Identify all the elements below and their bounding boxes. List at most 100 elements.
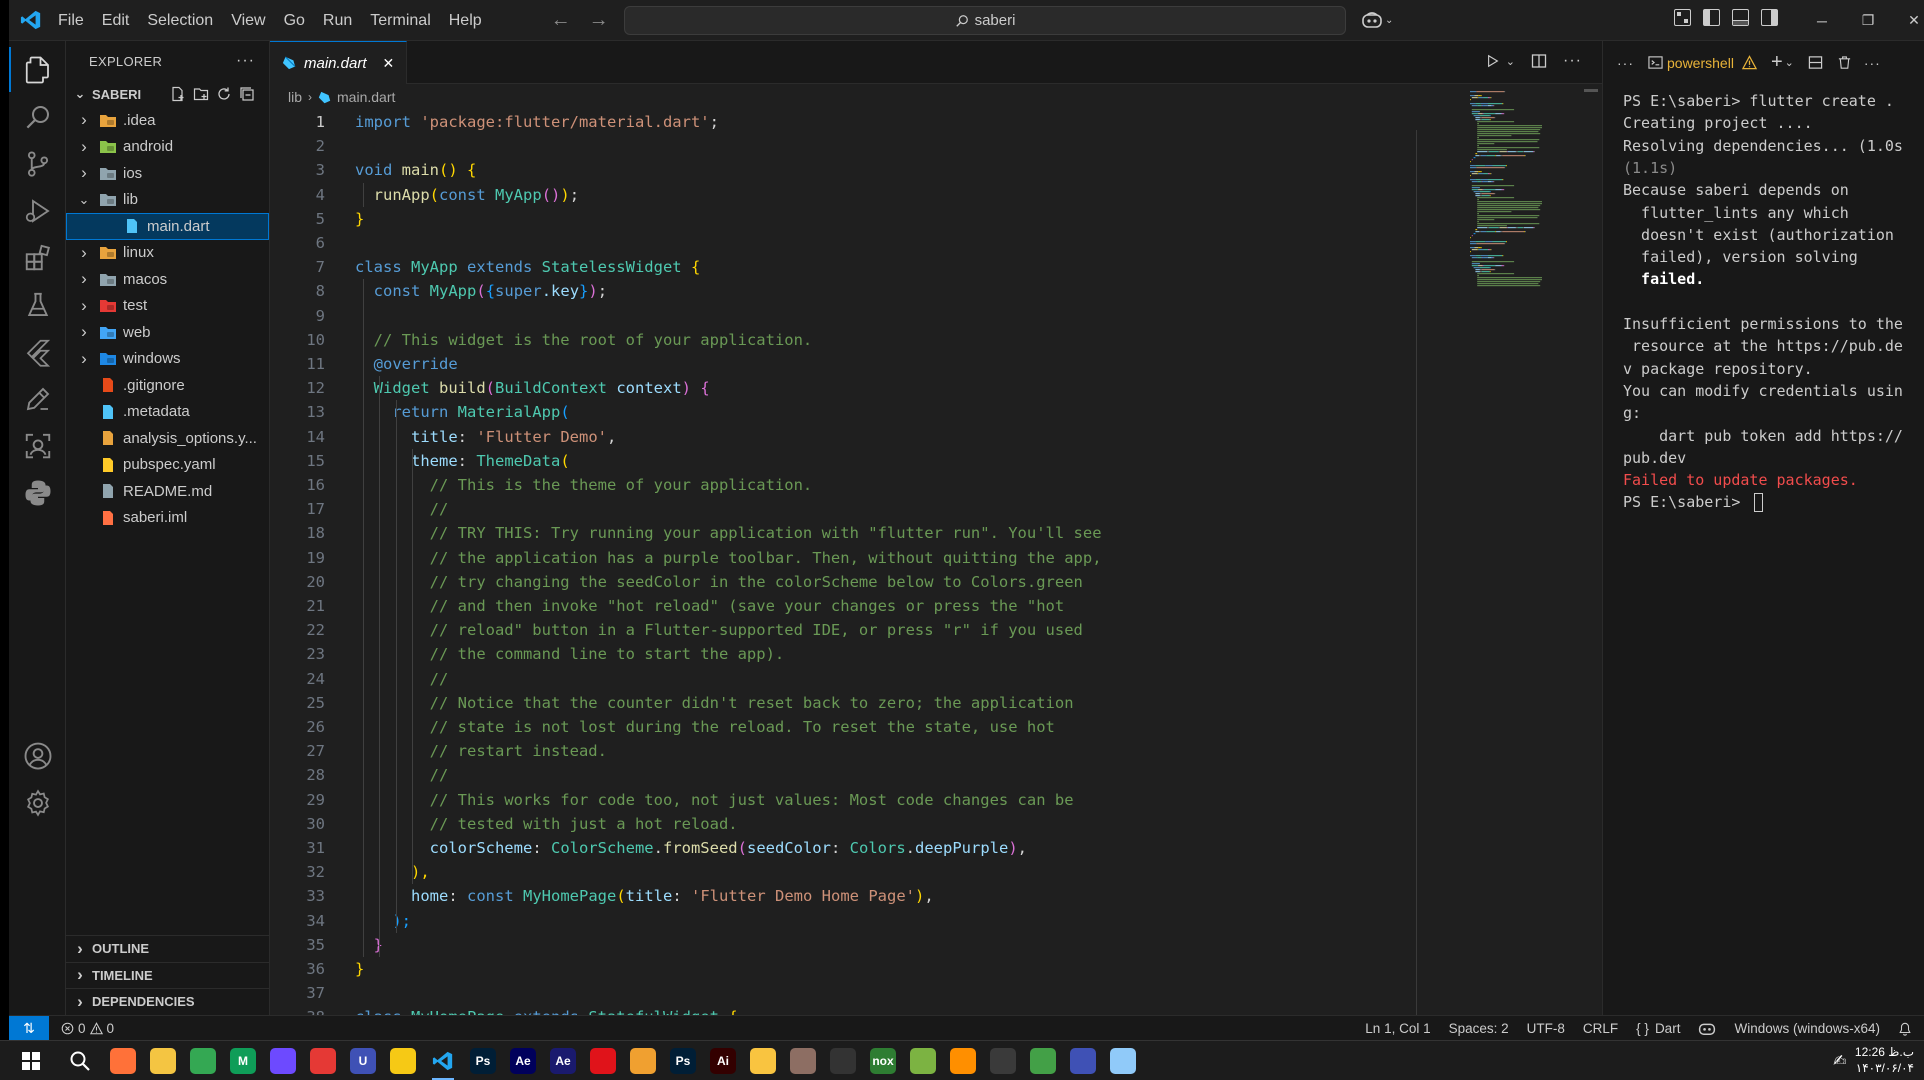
firefox-icon[interactable] xyxy=(106,1045,140,1077)
split-editor-icon[interactable] xyxy=(1531,53,1547,69)
editor-scrollbar[interactable] xyxy=(1584,89,1598,92)
code-editor[interactable]: 1 import 'package:flutter/material.dart';… xyxy=(270,110,1602,1015)
tree-file-pubspec-yaml[interactable]: pubspec.yaml xyxy=(66,452,269,479)
menu-selection[interactable]: Selection xyxy=(138,0,222,41)
end-of-line[interactable]: CRLF xyxy=(1583,1021,1618,1036)
tree-file-readme-md[interactable]: README.md xyxy=(66,478,269,505)
vscode-icon[interactable] xyxy=(426,1045,460,1080)
proton-vpn-icon[interactable] xyxy=(266,1045,300,1077)
network-app-icon[interactable] xyxy=(1026,1045,1060,1077)
after-effects-icon[interactable]: Ae xyxy=(506,1045,540,1077)
menu-edit[interactable]: Edit xyxy=(93,0,139,41)
workspace-folder-header[interactable]: ⌄ SABERI xyxy=(66,81,269,107)
new-folder-icon[interactable] xyxy=(193,86,209,102)
cursor-position[interactable]: Ln 1, Col 1 xyxy=(1365,1021,1430,1036)
chart-app-icon[interactable] xyxy=(1066,1045,1100,1077)
back-arrow-icon[interactable]: ← xyxy=(551,9,571,32)
photoshop-2-icon[interactable]: Ps xyxy=(666,1045,700,1077)
terminal-output[interactable]: PS E:\saberi> flutter create . Creating p… xyxy=(1603,84,1924,984)
tree-file-gitignore[interactable]: .gitignore xyxy=(66,372,269,399)
terminal-dropdown-icon[interactable]: ⌄ xyxy=(1785,56,1794,69)
windows-start-icon[interactable] xyxy=(14,1045,48,1077)
opera-icon[interactable] xyxy=(586,1045,620,1077)
tree-file-metadata[interactable]: .metadata xyxy=(66,399,269,426)
terminal-more-icon[interactable]: ··· xyxy=(1617,55,1634,71)
tab-main-dart[interactable]: main.dart ✕ xyxy=(270,41,408,84)
calculator-icon[interactable] xyxy=(986,1045,1020,1077)
refresh-icon[interactable] xyxy=(216,86,232,102)
minimap[interactable] xyxy=(1468,89,1558,289)
photoshop-icon[interactable]: Ps xyxy=(466,1045,500,1077)
tree-folder-android[interactable]: › android xyxy=(66,134,269,161)
tree-folder-web[interactable]: › web xyxy=(66,319,269,346)
paint-app-icon[interactable] xyxy=(1106,1045,1140,1077)
media-app-icon[interactable] xyxy=(626,1045,660,1077)
tool-app-icon[interactable] xyxy=(786,1045,820,1077)
breadcrumb-folder[interactable]: lib xyxy=(288,89,302,105)
kill-terminal-trash-icon[interactable] xyxy=(1837,55,1852,70)
section-outline[interactable]: › OUTLINE xyxy=(66,935,270,962)
menu-help[interactable]: Help xyxy=(440,0,491,41)
menu-view[interactable]: View xyxy=(222,0,274,41)
tree-file-saberi-iml[interactable]: saberi.iml xyxy=(66,505,269,532)
pen-input-icon[interactable]: ✍ xyxy=(1833,1051,1846,1071)
indentation[interactable]: Spaces: 2 xyxy=(1449,1021,1509,1036)
menu-go[interactable]: Go xyxy=(275,0,314,41)
menu-file[interactable]: File xyxy=(49,0,93,41)
tree-folder-test[interactable]: › test xyxy=(66,293,269,320)
copilot-button[interactable]: ⌄ xyxy=(1361,8,1401,32)
terminal-shell-name[interactable]: powershell xyxy=(1667,55,1734,71)
run-dropdown-icon[interactable]: ⌄ xyxy=(1506,55,1515,68)
manage-gear-icon[interactable] xyxy=(9,774,66,831)
flutter-device[interactable]: Windows (windows-x64) xyxy=(1734,1021,1880,1036)
notifications-bell-icon[interactable] xyxy=(1898,1022,1912,1036)
emoji-app-icon[interactable] xyxy=(746,1045,780,1077)
restore-icon[interactable]: ❐ xyxy=(1845,0,1891,41)
collapse-all-icon[interactable] xyxy=(239,86,255,102)
system-clock[interactable]: 12:26 ب.ظ ۱۴۰۳/۰۶/۰۴ xyxy=(1854,1044,1914,1076)
new-terminal-icon[interactable]: + xyxy=(1771,51,1783,74)
more-actions-icon[interactable]: ··· xyxy=(236,52,255,70)
bluestacks-icon[interactable] xyxy=(906,1045,940,1077)
potplayer-icon[interactable] xyxy=(386,1045,420,1077)
vscode-logo-icon[interactable] xyxy=(13,0,49,41)
tree-folder-idea[interactable]: › .idea xyxy=(66,107,269,134)
breadcrumb-file[interactable]: main.dart xyxy=(337,89,395,105)
section-dependencies[interactable]: › DEPENDENCIES xyxy=(66,988,270,1015)
problems-indicator[interactable]: 0 0 xyxy=(61,1021,114,1036)
remote-indicator-icon[interactable]: ⇅ xyxy=(9,1015,49,1041)
after-effects-2-icon[interactable]: Ae xyxy=(546,1045,580,1077)
menu-terminal[interactable]: Terminal xyxy=(361,0,439,41)
tree-folder-ios[interactable]: › ios xyxy=(66,160,269,187)
tree-folder-lib[interactable]: ⌄ lib xyxy=(66,187,269,214)
forward-arrow-icon[interactable]: → xyxy=(589,9,609,32)
tree-folder-macos[interactable]: › macos xyxy=(66,266,269,293)
u-app-icon[interactable]: U xyxy=(346,1045,380,1077)
warning-icon[interactable] xyxy=(1741,55,1757,70)
new-file-icon[interactable] xyxy=(170,86,186,102)
chrome-icon[interactable] xyxy=(186,1045,220,1077)
toggle-secondary-sidebar-icon[interactable] xyxy=(1761,9,1778,26)
illustrator-icon[interactable]: Ai xyxy=(706,1045,740,1077)
toggle-primary-sidebar-icon[interactable] xyxy=(1703,9,1720,26)
file-explorer-icon[interactable] xyxy=(146,1045,180,1077)
orange-app-icon[interactable] xyxy=(946,1045,980,1077)
python-icon[interactable] xyxy=(9,464,66,521)
diamond-app-icon[interactable] xyxy=(826,1045,860,1077)
run-icon[interactable] xyxy=(1486,54,1500,68)
section-timeline[interactable]: › TIMELINE xyxy=(66,961,270,989)
terminal-actions-more-icon[interactable]: ··· xyxy=(1864,55,1881,71)
mail-app-icon[interactable]: M xyxy=(226,1045,260,1077)
minimize-icon[interactable]: ─ xyxy=(1799,0,1845,41)
close-window-icon[interactable]: ✕ xyxy=(1891,0,1924,41)
tree-file-main-dart[interactable]: main.dart xyxy=(66,213,269,240)
customize-layout-icon[interactable] xyxy=(1674,9,1691,26)
command-center-search[interactable]: saberi xyxy=(624,6,1346,35)
language-mode[interactable]: { } Dart xyxy=(1636,1021,1680,1036)
media-player-icon[interactable] xyxy=(306,1045,340,1077)
editor-more-icon[interactable]: ··· xyxy=(1563,52,1582,70)
tree-folder-linux[interactable]: › linux xyxy=(66,240,269,267)
copilot-status-icon[interactable] xyxy=(1698,1021,1716,1036)
encoding[interactable]: UTF-8 xyxy=(1527,1021,1565,1036)
split-terminal-icon[interactable] xyxy=(1808,55,1823,70)
